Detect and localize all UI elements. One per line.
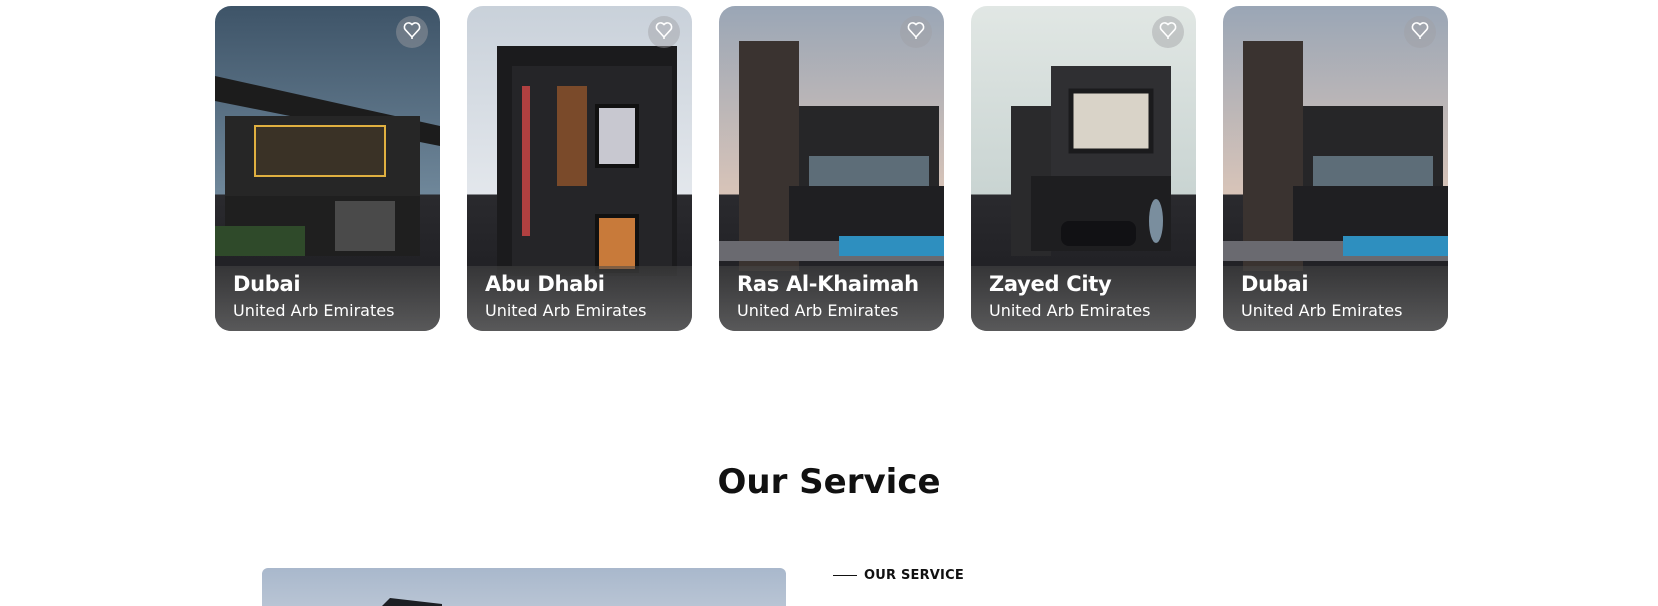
property-card[interactable]: Ras Al-Khaimah United Arb Emirates xyxy=(719,6,944,331)
card-caption: Ras Al-Khaimah United Arb Emirates xyxy=(719,266,944,331)
property-city: Ras Al-Khaimah xyxy=(737,272,919,296)
heart-icon xyxy=(403,20,421,44)
favorite-button[interactable] xyxy=(396,16,428,48)
heart-icon xyxy=(907,20,925,44)
property-card[interactable]: Dubai United Arb Emirates xyxy=(1223,6,1448,331)
property-country: United Arb Emirates xyxy=(485,301,647,320)
eyebrow-divider xyxy=(833,575,857,576)
property-country: United Arb Emirates xyxy=(1241,301,1403,320)
heart-icon xyxy=(655,20,673,44)
favorite-button[interactable] xyxy=(900,16,932,48)
property-city: Dubai xyxy=(1241,272,1309,296)
eyebrow-label: OUR SERVICE xyxy=(864,568,964,583)
service-image xyxy=(262,568,786,606)
card-caption: Dubai United Arb Emirates xyxy=(215,266,440,331)
favorite-button[interactable] xyxy=(1152,16,1184,48)
page: Dubai United Arb Emirates Abu Dhabi Unit… xyxy=(0,0,1658,606)
heart-icon xyxy=(1411,20,1429,44)
property-city: Dubai xyxy=(233,272,301,296)
property-card[interactable]: Abu Dhabi United Arb Emirates xyxy=(467,6,692,331)
favorite-button[interactable] xyxy=(1404,16,1436,48)
favorite-button[interactable] xyxy=(648,16,680,48)
heart-icon xyxy=(1159,20,1177,44)
property-city: Zayed City xyxy=(989,272,1112,296)
property-card[interactable]: Zayed City United Arb Emirates xyxy=(971,6,1196,331)
property-country: United Arb Emirates xyxy=(989,301,1151,320)
card-caption: Dubai United Arb Emirates xyxy=(1223,266,1448,331)
section-title: Our Service xyxy=(717,462,941,502)
property-cards: Dubai United Arb Emirates Abu Dhabi Unit… xyxy=(215,6,1448,331)
card-caption: Abu Dhabi United Arb Emirates xyxy=(467,266,692,331)
property-card[interactable]: Dubai United Arb Emirates xyxy=(215,6,440,331)
property-country: United Arb Emirates xyxy=(233,301,395,320)
service-eyebrow: OUR SERVICE xyxy=(833,568,964,583)
property-city: Abu Dhabi xyxy=(485,272,605,296)
property-country: United Arb Emirates xyxy=(737,301,899,320)
card-caption: Zayed City United Arb Emirates xyxy=(971,266,1196,331)
